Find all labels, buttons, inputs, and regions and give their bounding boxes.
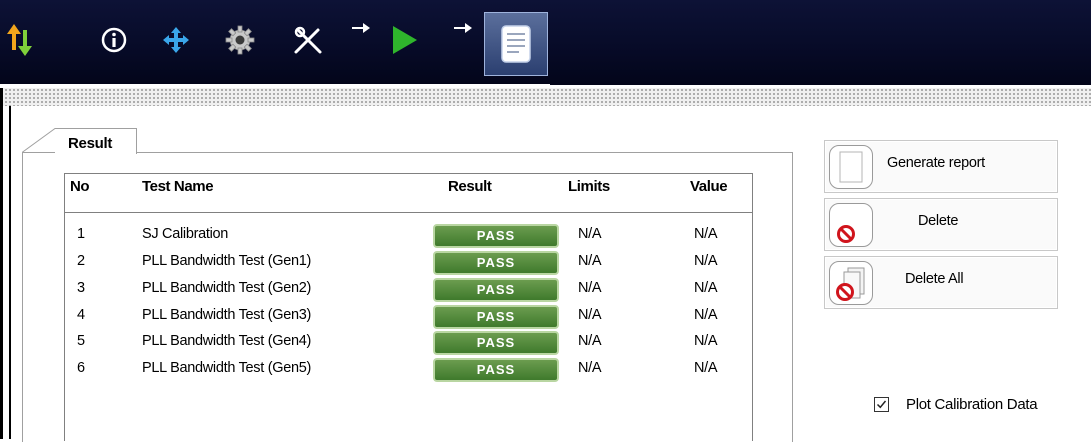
arrows-updown-icon[interactable] bbox=[0, 20, 40, 60]
row-limits: N/A bbox=[578, 253, 602, 269]
main-toolbar bbox=[0, 0, 1091, 87]
table-row[interactable]: 2 PLL Bandwidth Test (Gen1) PASS N/A N/A bbox=[65, 251, 752, 276]
generate-report-label: Generate report bbox=[887, 155, 985, 171]
report-tool-button[interactable] bbox=[484, 12, 548, 76]
panel-left-edge bbox=[9, 106, 11, 439]
row-test-name: PLL Bandwidth Test (Gen1) bbox=[142, 253, 312, 269]
document-icon bbox=[829, 145, 873, 189]
table-header: No Test Name Result Limits Value bbox=[65, 174, 752, 213]
info-icon[interactable] bbox=[94, 20, 134, 60]
plot-calibration-checkbox[interactable] bbox=[874, 397, 889, 412]
delete-icon bbox=[829, 203, 873, 247]
delete-label: Delete bbox=[918, 213, 959, 229]
pass-badge: PASS bbox=[433, 358, 559, 382]
table-row[interactable]: 1 SJ Calibration PASS N/A N/A bbox=[65, 224, 752, 249]
checkmark-icon bbox=[876, 400, 887, 409]
row-no: 6 bbox=[77, 360, 85, 376]
row-value: N/A bbox=[694, 360, 718, 376]
plot-calibration-label: Plot Calibration Data bbox=[906, 396, 1038, 413]
report-icon bbox=[501, 25, 531, 63]
row-limits: N/A bbox=[578, 360, 602, 376]
row-no: 5 bbox=[77, 333, 85, 349]
row-no: 2 bbox=[77, 253, 85, 269]
move-icon[interactable] bbox=[156, 20, 196, 60]
gear-icon[interactable] bbox=[220, 20, 260, 60]
column-header-test-name[interactable]: Test Name bbox=[142, 178, 214, 195]
row-value: N/A bbox=[694, 253, 718, 269]
row-no: 4 bbox=[77, 307, 85, 323]
row-test-name: PLL Bandwidth Test (Gen5) bbox=[142, 360, 312, 376]
table-row[interactable]: 3 PLL Bandwidth Test (Gen2) PASS N/A N/A bbox=[65, 278, 752, 303]
row-limits: N/A bbox=[578, 333, 602, 349]
delete-button[interactable]: Delete bbox=[824, 198, 1058, 251]
pass-badge: PASS bbox=[433, 224, 559, 248]
row-no: 1 bbox=[77, 226, 85, 242]
row-limits: N/A bbox=[578, 226, 602, 242]
pass-badge: PASS bbox=[433, 305, 559, 329]
results-table: No Test Name Result Limits Value 1 SJ Ca… bbox=[64, 173, 753, 441]
table-row[interactable]: 6 PLL Bandwidth Test (Gen5) PASS N/A N/A bbox=[65, 358, 752, 383]
generate-report-button[interactable]: Generate report bbox=[824, 140, 1058, 193]
column-header-no[interactable]: No bbox=[70, 178, 90, 195]
row-test-name: SJ Calibration bbox=[142, 226, 229, 242]
row-value: N/A bbox=[694, 226, 718, 242]
row-value: N/A bbox=[694, 280, 718, 296]
tools-icon[interactable] bbox=[288, 20, 328, 60]
arrow-right-icon bbox=[346, 16, 376, 40]
pass-badge: PASS bbox=[433, 251, 559, 275]
row-limits: N/A bbox=[578, 280, 602, 296]
column-header-limits[interactable]: Limits bbox=[568, 178, 610, 195]
row-test-name: PLL Bandwidth Test (Gen4) bbox=[142, 333, 312, 349]
delete-all-icon bbox=[829, 261, 873, 305]
row-test-name: PLL Bandwidth Test (Gen2) bbox=[142, 280, 312, 296]
arrow-right-icon bbox=[448, 16, 478, 40]
pass-badge: PASS bbox=[433, 278, 559, 302]
splitter-bar[interactable] bbox=[0, 88, 1091, 106]
play-icon[interactable] bbox=[384, 20, 424, 60]
table-row[interactable]: 4 PLL Bandwidth Test (Gen3) PASS N/A N/A bbox=[65, 305, 752, 330]
row-no: 3 bbox=[77, 280, 85, 296]
table-row[interactable]: 5 PLL Bandwidth Test (Gen4) PASS N/A N/A bbox=[65, 331, 752, 356]
toolbar-underline bbox=[0, 84, 550, 87]
delete-all-button[interactable]: Delete All bbox=[824, 256, 1058, 309]
tab-result[interactable]: Result bbox=[55, 128, 137, 154]
delete-all-label: Delete All bbox=[905, 271, 964, 287]
row-limits: N/A bbox=[578, 307, 602, 323]
column-header-value[interactable]: Value bbox=[690, 178, 728, 195]
tab-result-label: Result bbox=[68, 135, 113, 152]
row-value: N/A bbox=[694, 307, 718, 323]
frame-left-edge bbox=[0, 88, 3, 439]
column-header-result[interactable]: Result bbox=[448, 178, 492, 195]
row-value: N/A bbox=[694, 333, 718, 349]
pass-badge: PASS bbox=[433, 331, 559, 355]
row-test-name: PLL Bandwidth Test (Gen3) bbox=[142, 307, 312, 323]
